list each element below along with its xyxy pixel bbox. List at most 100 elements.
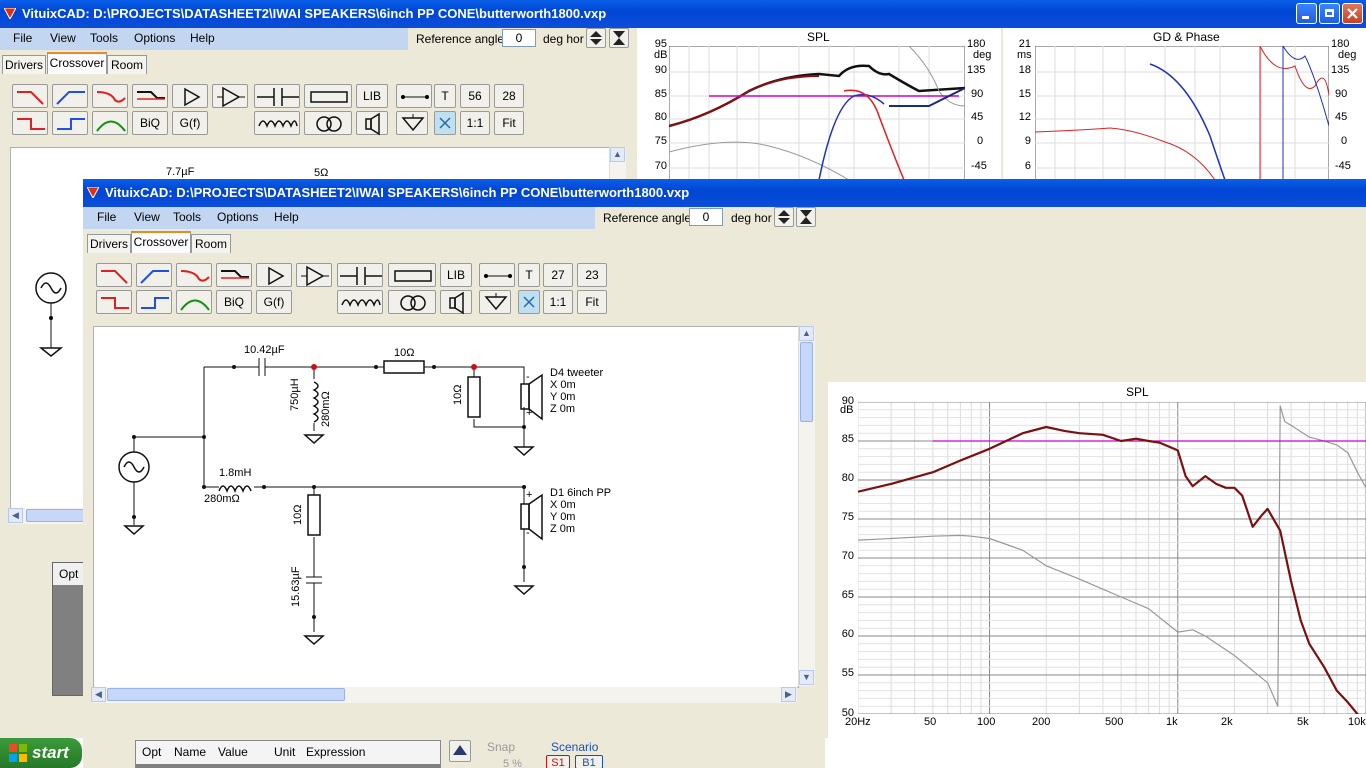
highpass2-button[interactable]: [136, 290, 172, 314]
angle-step-button[interactable]: [796, 207, 816, 227]
resistor-button[interactable]: [388, 263, 436, 287]
scroll-left-icon[interactable]: ◀: [91, 687, 106, 702]
back-tab-drivers[interactable]: Drivers: [2, 55, 46, 74]
inductor-button[interactable]: [337, 290, 383, 314]
menu-tools[interactable]: Tools: [173, 210, 201, 224]
back-highpass2-button[interactable]: [52, 111, 88, 135]
back-buffer-button[interactable]: [172, 84, 208, 108]
scenario-b1-button[interactable]: B1: [575, 755, 603, 768]
scroll-left-icon[interactable]: ◀: [8, 508, 23, 523]
col-opt[interactable]: Opt: [142, 741, 161, 763]
notch-button[interactable]: [176, 263, 212, 287]
back-capacitor-button[interactable]: [254, 84, 300, 108]
back-text-button[interactable]: T: [434, 84, 456, 108]
front-tab-drivers[interactable]: Drivers: [87, 234, 131, 253]
capacitor-button[interactable]: [337, 263, 383, 287]
back-ground-button[interactable]: [396, 111, 428, 135]
lib-button[interactable]: LIB: [440, 263, 472, 287]
back-tab-room[interactable]: Room: [107, 55, 147, 74]
back-resistor-button[interactable]: [304, 84, 352, 108]
woofer-info[interactable]: D1 6inch PP X 0m Y 0m Z 0m: [550, 487, 611, 535]
back-biq-button[interactable]: BiQ: [132, 111, 168, 135]
angle-spin-button[interactable]: [586, 28, 606, 48]
back-driver-button[interactable]: [356, 111, 388, 136]
reference-angle-input[interactable]: 0: [502, 29, 536, 47]
menu-view[interactable]: View: [50, 31, 76, 45]
lowpass2-button[interactable]: [96, 290, 132, 314]
wire-button[interactable]: [479, 263, 515, 287]
main-spl-plot[interactable]: [858, 402, 1366, 714]
col-name[interactable]: Name: [174, 741, 206, 763]
scroll-right-icon[interactable]: ▶: [781, 687, 796, 702]
minimize-button[interactable]: [1296, 3, 1317, 24]
hscroll-thumb[interactable]: [107, 688, 345, 701]
back-inductor-button[interactable]: [254, 111, 300, 135]
col-unit[interactable]: Unit: [274, 741, 295, 763]
back-opamp-button[interactable]: [212, 84, 248, 108]
scroll-up-icon[interactable]: ▲: [610, 147, 625, 162]
back-highpass-button[interactable]: [52, 84, 88, 108]
grid-y-input[interactable]: 23: [577, 263, 607, 287]
grid-x-input[interactable]: 27: [543, 263, 573, 287]
parameter-table[interactable]: Opt Name Value Unit Expression: [135, 740, 441, 768]
tweeter-info[interactable]: D4 tweeter X 0m Y 0m Z 0m: [550, 367, 603, 415]
text-button[interactable]: T: [518, 263, 540, 287]
delete-button[interactable]: [518, 290, 540, 314]
fit-button[interactable]: Fit: [577, 290, 607, 314]
menu-options[interactable]: Options: [134, 31, 175, 45]
back-bandpass-button[interactable]: [92, 111, 128, 135]
schematic-horizontal-scrollbar[interactable]: ◀ ▶: [91, 687, 797, 703]
back-fit-button[interactable]: Fit: [494, 111, 524, 135]
vscroll-thumb[interactable]: [800, 342, 813, 422]
front-title-bar[interactable]: VituixCAD: D:\PROJECTS\DATASHEET2\IWAI S…: [83, 179, 1366, 207]
menu-view[interactable]: View: [134, 210, 160, 224]
opamp-button[interactable]: [296, 263, 332, 287]
highpass-button[interactable]: [136, 263, 172, 287]
driver-button[interactable]: [440, 290, 472, 315]
ground-button[interactable]: [479, 290, 511, 314]
close-button[interactable]: [1342, 3, 1363, 24]
back-lib-button[interactable]: LIB: [356, 84, 388, 108]
angle-step-button[interactable]: [609, 28, 629, 48]
gf-button[interactable]: G(f): [256, 290, 292, 314]
biq-button[interactable]: BiQ: [216, 290, 252, 314]
menu-file[interactable]: File: [97, 210, 116, 224]
angle-spin-button[interactable]: [774, 207, 794, 227]
front-tab-room[interactable]: Room: [191, 234, 231, 253]
back-delete-button[interactable]: [434, 111, 456, 135]
transformer-button[interactable]: [388, 290, 436, 314]
schematic-vertical-scrollbar[interactable]: ▲ ▼: [798, 326, 815, 686]
back-notch-button[interactable]: [92, 84, 128, 108]
back-shelf-button[interactable]: [132, 84, 168, 108]
scroll-up-icon[interactable]: ▲: [799, 326, 814, 341]
back-zoom-1to1-button[interactable]: 1:1: [460, 111, 490, 135]
snap-value[interactable]: 5 %: [503, 758, 522, 768]
lowpass-button[interactable]: [96, 263, 132, 287]
back-grid-y[interactable]: 28: [494, 84, 524, 108]
back-grid-x[interactable]: 56: [460, 84, 490, 108]
zoom-1to1-button[interactable]: 1:1: [543, 290, 573, 314]
menu-help[interactable]: Help: [274, 210, 299, 224]
shelf-button[interactable]: [216, 263, 252, 287]
back-transformer-button[interactable]: [304, 111, 352, 135]
back-lowpass-button[interactable]: [12, 84, 48, 108]
maximize-button[interactable]: [1319, 3, 1340, 24]
start-button[interactable]: start: [0, 738, 82, 768]
bandpass-button[interactable]: [176, 290, 212, 314]
reference-angle-input[interactable]: 0: [689, 208, 723, 226]
back-lowpass2-button[interactable]: [12, 111, 48, 135]
back-tab-crossover[interactable]: Crossover: [47, 52, 107, 74]
menu-file[interactable]: File: [13, 31, 32, 45]
col-expression[interactable]: Expression: [306, 741, 365, 763]
scroll-down-icon[interactable]: ▼: [799, 670, 814, 685]
schematic-canvas[interactable]: 10.42µF 750µH 280mΩ 10Ω 10Ω 1.8mH 280mΩ …: [93, 326, 799, 688]
back-hscroll-thumb[interactable]: [26, 509, 86, 522]
scenario-s1-button[interactable]: S1: [546, 755, 570, 768]
menu-options[interactable]: Options: [217, 210, 258, 224]
back-gf-button[interactable]: G(f): [172, 111, 208, 135]
move-up-button[interactable]: [449, 740, 471, 762]
menu-help[interactable]: Help: [190, 31, 215, 45]
col-value[interactable]: Value: [218, 741, 248, 763]
back-wire-button[interactable]: [396, 84, 432, 108]
front-tab-crossover[interactable]: Crossover: [131, 231, 191, 253]
